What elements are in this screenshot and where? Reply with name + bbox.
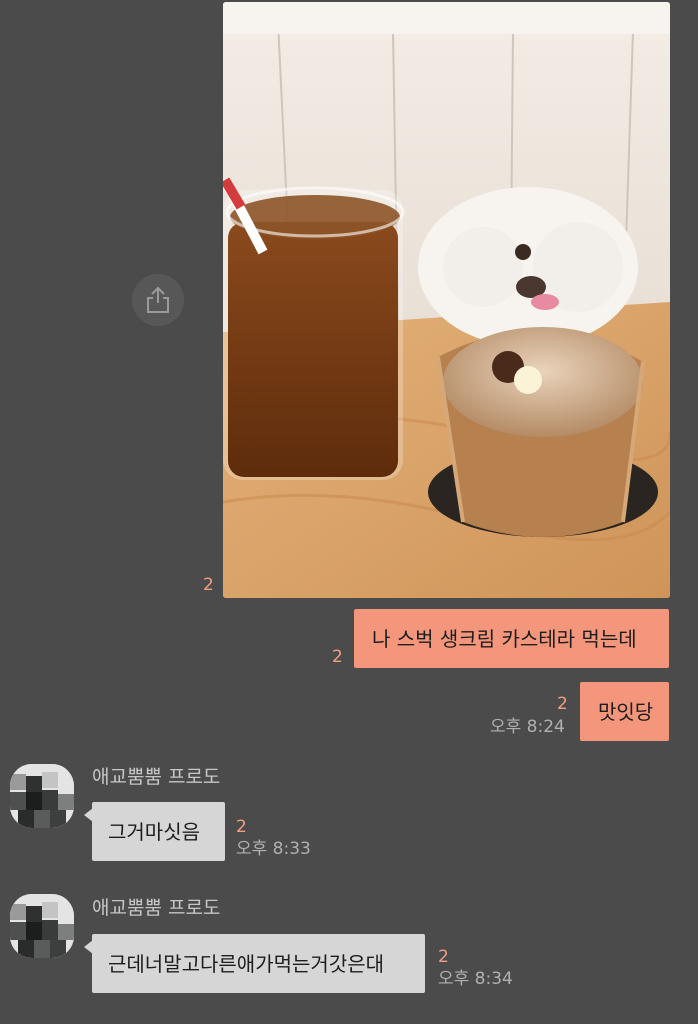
message-text: 나 스벅 생크림 카스테라 먹는데: [372, 626, 637, 651]
other-message-bubble[interactable]: 그거마싯음: [92, 802, 225, 861]
my-message-bubble[interactable]: 맛잇당: [580, 682, 669, 741]
message-text: 그거마싯음: [108, 819, 200, 844]
message-unread-count: 2: [332, 647, 343, 667]
photo-image: [223, 2, 670, 598]
avatar[interactable]: [10, 764, 74, 828]
message-time: 오후 8:24: [490, 717, 565, 737]
message-text: 맛잇당: [598, 699, 654, 724]
message-time: 오후 8:33: [236, 839, 311, 859]
sender-name: 애교뿜뿜 프로도: [92, 766, 221, 788]
pixelated-avatar-image: [10, 764, 74, 828]
other-message-bubble[interactable]: 근데너말고다른애가먹는거갓은대: [92, 934, 425, 993]
message-text: 근데너말고다른애가먹는거갓은대: [108, 951, 384, 976]
message-time: 오후 8:34: [438, 969, 513, 989]
message-unread-count: 2: [236, 817, 247, 837]
share-button[interactable]: [132, 274, 184, 326]
share-icon: [147, 286, 169, 313]
photo-unread-count: 2: [203, 575, 214, 595]
shared-photo[interactable]: [223, 2, 670, 598]
message-unread-count: 2: [438, 947, 449, 967]
pixelated-avatar-image: [10, 894, 74, 958]
my-message-bubble[interactable]: 나 스벅 생크림 카스테라 먹는데: [354, 609, 669, 668]
avatar[interactable]: [10, 894, 74, 958]
message-unread-count: 2: [557, 694, 568, 714]
sender-name: 애교뿜뿜 프로도: [92, 897, 221, 919]
